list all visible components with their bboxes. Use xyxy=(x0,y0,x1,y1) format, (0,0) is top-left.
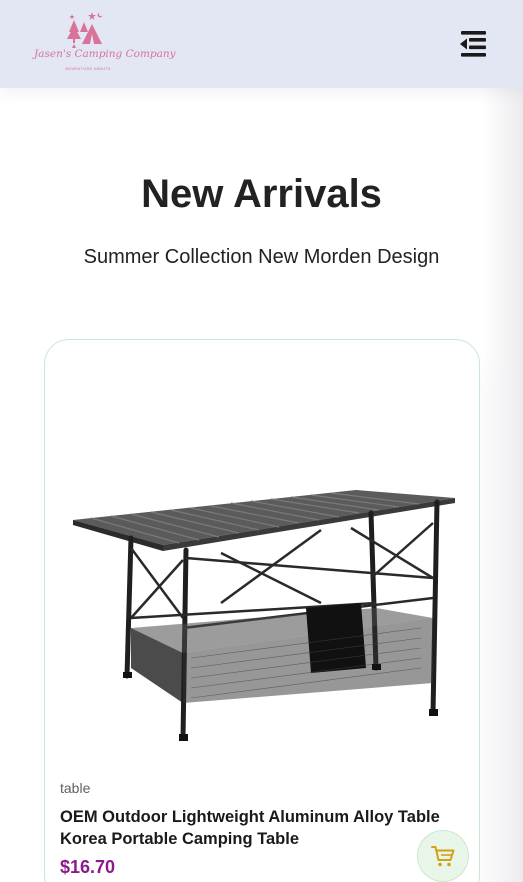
logo-link[interactable]: Jasen's Camping Company ADVENTURE AWAITS xyxy=(34,8,176,74)
section-title: New Arrivals xyxy=(141,172,382,216)
section-subtitle: Summer Collection New Morden Design xyxy=(83,246,440,268)
site-header: Jasen's Camping Company ADVENTURE AWAITS xyxy=(0,0,523,88)
product-image xyxy=(73,490,455,741)
cart-icon xyxy=(431,846,455,867)
camping-logo-icon xyxy=(67,11,104,48)
product-name: OEM Outdoor Lightweight Aluminum Alloy T… xyxy=(60,808,440,848)
page: Jasen's Camping Company ADVENTURE AWAITS… xyxy=(0,0,523,882)
product-card[interactable]: table OEM Outdoor Lightweight Aluminum A… xyxy=(44,339,480,882)
product-brand: table xyxy=(60,780,91,796)
add-to-cart-button[interactable] xyxy=(417,830,469,882)
menu-collapse-icon xyxy=(460,31,486,57)
product-price: $16.70 xyxy=(60,857,116,877)
menu-button[interactable] xyxy=(457,29,489,59)
logo-text: Jasen's Camping Company xyxy=(34,48,176,60)
logo-subtext: ADVENTURE AWAITS xyxy=(65,66,111,71)
